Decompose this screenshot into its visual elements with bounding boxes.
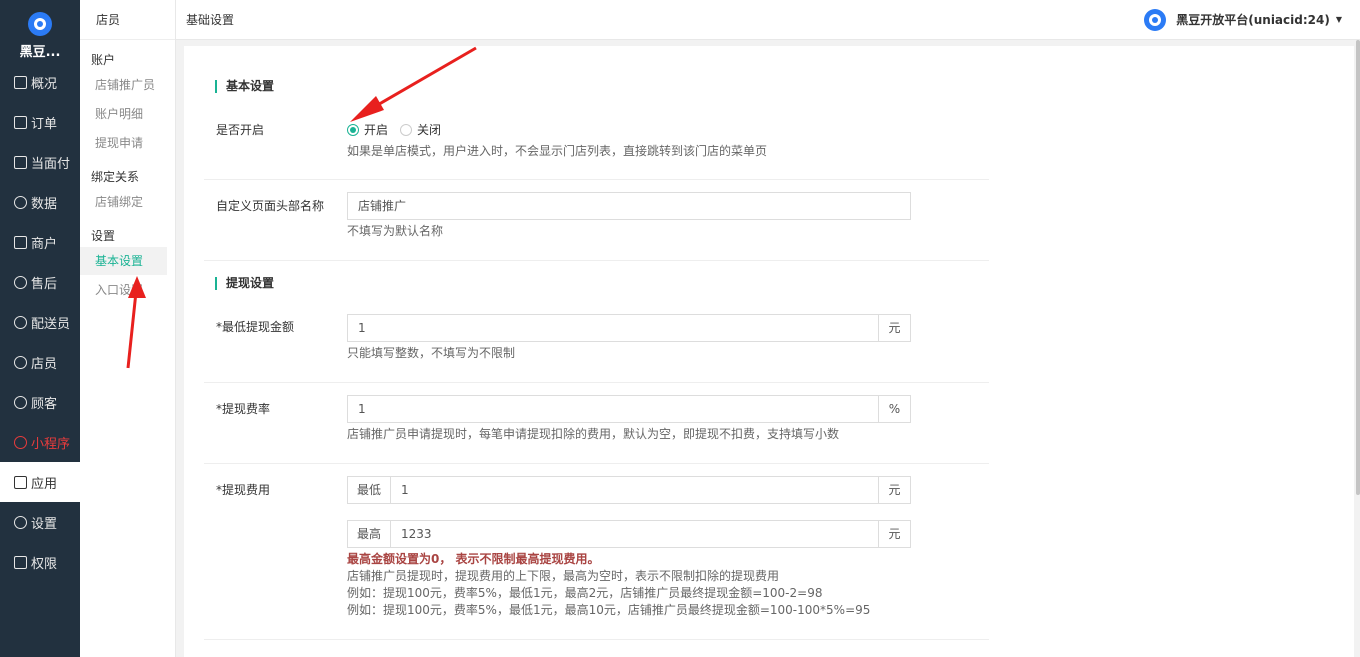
miniapp-icon (14, 435, 27, 449)
nav-item-data[interactable]: 数据 (0, 182, 80, 222)
app-brand[interactable]: 黑豆... (0, 0, 80, 62)
main-nav: 概况 订单 当面付 数据 商户 售后 配送员 店员 顾客 小程序 应用 设置 权… (0, 62, 80, 582)
radio-enable-on[interactable]: 开启 (347, 121, 388, 138)
nav-item-miniapp[interactable]: 小程序 (0, 422, 80, 462)
submenu-item-account-details[interactable]: 账户明细 (80, 100, 167, 128)
nav-item-overview[interactable]: 概况 (0, 62, 80, 102)
fee-max-input[interactable]: 1233 (390, 520, 879, 548)
fee-rate-input[interactable]: 1 (347, 395, 879, 423)
fee-rate-unit: % (878, 395, 911, 423)
account-avatar-icon (1144, 8, 1167, 31)
nav-item-orders[interactable]: 订单 (0, 102, 80, 142)
divider (204, 179, 989, 180)
fee-help-1: 店铺推广员提现时，提现费用的上下限，最高为空时，表示不限制扣除的提现费用 (347, 569, 780, 583)
min-amount-unit: 元 (878, 314, 911, 342)
submenu-group-settings: 设置 (91, 229, 116, 243)
fee-warning: 最高金额设置为0， 表示不限制最高提现费用。 (347, 552, 600, 566)
fee-help-2: 例如：提现100元，费率5%，最低1元，最高2元，店铺推广员最终提现金额=100… (347, 586, 823, 600)
submenu-item-entry-settings[interactable]: 入口设置 (80, 276, 167, 304)
secondary-menu: 店员 账户 店铺推广员 账户明细 提现申请 绑定关系 店铺绑定 设置 基本设置 … (80, 0, 176, 657)
nav-item-customer[interactable]: 顾客 (0, 382, 80, 422)
courier-icon (14, 315, 27, 329)
nav-item-apps[interactable]: 应用 (0, 462, 80, 502)
section-withdraw: 提现设置 (215, 277, 274, 290)
data-icon (14, 195, 27, 209)
merchant-icon (14, 235, 27, 249)
mascot-logo-icon (28, 12, 52, 36)
secondary-menu-title: 店员 (80, 0, 175, 40)
account-switcher[interactable]: 黑豆开放平台(uniacid:24) ▼ (1144, 8, 1342, 31)
submenu-item-withdraw-requests[interactable]: 提现申请 (80, 129, 167, 157)
gear-icon (14, 515, 27, 529)
app-name: 黑豆... (19, 45, 61, 60)
header-name-help: 不填写为默认名称 (347, 224, 444, 238)
nav-item-clerk[interactable]: 店员 (0, 342, 80, 382)
nav-item-pay[interactable]: 当面付 (0, 142, 80, 182)
aftersale-icon (14, 275, 27, 289)
submenu-item-basic-settings[interactable]: 基本设置 (80, 247, 167, 275)
submenu-item-promoters[interactable]: 店铺推广员 (80, 71, 167, 99)
radio-enable-off[interactable]: 关闭 (400, 121, 441, 138)
nav-item-aftersale[interactable]: 售后 (0, 262, 80, 302)
top-bar: 基础设置 黑豆开放平台(uniacid:24) ▼ (176, 0, 1360, 40)
caret-down-icon: ▼ (1335, 15, 1342, 24)
radio-dot (347, 123, 359, 136)
fee-min-prefix: 最低 (347, 476, 391, 504)
nav-item-permissions[interactable]: 权限 (0, 542, 80, 582)
submenu-group-account: 账户 (91, 53, 116, 67)
section-basic: 基本设置 (215, 80, 274, 93)
fee-rate-help: 店铺推广员申请提现时，每笔申请提现扣除的费用，默认为空，即提现不扣费，支持填写小… (347, 427, 840, 441)
fee-max-prefix: 最高 (347, 520, 391, 548)
divider (204, 382, 989, 383)
fee-max-unit: 元 (878, 520, 911, 548)
enable-label: 是否开启 (216, 123, 265, 137)
nav-item-settings[interactable]: 设置 (0, 502, 80, 542)
lock-icon (14, 555, 27, 569)
apps-icon (14, 475, 27, 489)
nav-item-merchant[interactable]: 商户 (0, 222, 80, 262)
radio-dot (400, 123, 412, 136)
fee-help-3: 例如：提现100元，费率5%，最低1元，最高10元，店铺推广员最终提现金额=10… (347, 603, 871, 617)
breadcrumb: 基础设置 (186, 13, 235, 27)
nav-item-courier[interactable]: 配送员 (0, 302, 80, 342)
main-sidebar: 黑豆... 概况 订单 当面付 数据 商户 售后 配送员 店员 顾客 小程序 应… (0, 0, 80, 657)
fee-label: *提现费用 (216, 483, 271, 497)
submenu-group-binding: 绑定关系 (91, 170, 140, 184)
header-name-input[interactable]: 店铺推广 (347, 192, 911, 220)
clerk-icon (14, 355, 27, 369)
divider (204, 639, 989, 640)
min-amount-help: 只能填写整数，不填写为不限制 (347, 346, 516, 360)
submenu-item-store-binding[interactable]: 店铺绑定 (80, 188, 167, 216)
divider (204, 260, 989, 261)
page-scrollbar[interactable] (1356, 40, 1360, 495)
min-amount-input[interactable]: 1 (347, 314, 879, 342)
fee-rate-label: *提现费率 (216, 402, 271, 416)
header-name-label: 自定义页面头部名称 (216, 199, 325, 213)
fee-min-unit: 元 (878, 476, 911, 504)
enable-help: 如果是单店模式，用户进入时，不会显示门店列表，直接跳转到该门店的菜单页 (347, 144, 768, 158)
min-amount-label: *最低提现金额 (216, 320, 295, 334)
divider (204, 463, 989, 464)
account-name: 黑豆开放平台(uniacid:24) (1176, 13, 1330, 27)
pay-icon (14, 155, 27, 169)
order-icon (14, 115, 27, 129)
overview-icon (14, 75, 27, 89)
customer-icon (14, 395, 27, 409)
fee-min-input[interactable]: 1 (390, 476, 879, 504)
